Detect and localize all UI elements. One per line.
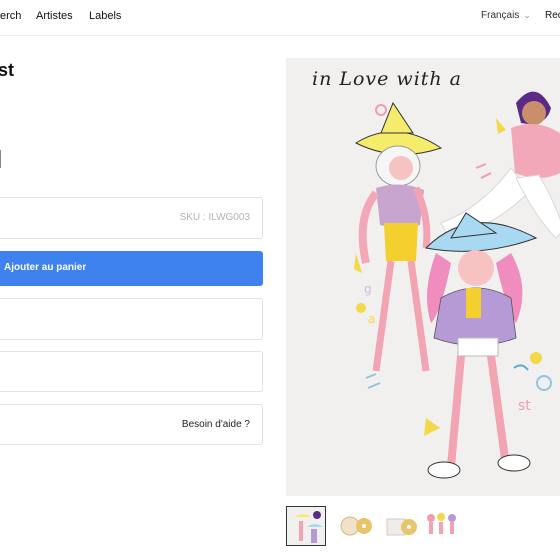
thumbnail-4[interactable]	[421, 506, 461, 546]
thumbnail-3[interactable]	[381, 506, 421, 546]
product-title: st	[0, 60, 15, 80]
option-box-2[interactable]	[0, 351, 263, 392]
nav-labels-link[interactable]: Labels	[89, 10, 121, 22]
nav-right-link[interactable]: Rec	[545, 10, 560, 21]
product-artwork-image: g a y st in Love with a	[286, 58, 560, 496]
artwork-illustration: g a y st	[354, 91, 560, 479]
thumbnail-4-image	[421, 506, 461, 546]
language-label: Français	[481, 10, 520, 21]
nav-merch-link[interactable]: erch	[0, 10, 21, 22]
option-box-1[interactable]	[0, 298, 263, 340]
svg-text:a: a	[368, 312, 375, 326]
nav-artistes-link[interactable]: Artistes	[36, 10, 73, 22]
help-link[interactable]: Besoin d'aide ?	[182, 419, 250, 430]
add-to-cart-button[interactable]: Ajouter au panier	[0, 251, 263, 286]
quantity-control-edge[interactable]	[0, 150, 1, 168]
variant-select-box[interactable]: SKU : ILWG003	[0, 197, 263, 239]
chevron-down-icon: ⌄	[523, 10, 531, 20]
top-navigation: erch Artistes Labels Français⌄ Rec	[0, 0, 560, 36]
sku-label: SKU : ILWG003	[179, 212, 250, 223]
thumbnail-1-image	[287, 507, 325, 545]
artwork-handwritten-title: in Love with a	[312, 68, 463, 90]
thumbnail-1[interactable]	[286, 506, 326, 546]
svg-text:st: st	[518, 398, 531, 414]
help-box[interactable]: Besoin d'aide ?	[0, 404, 263, 445]
thumbnail-2-image	[336, 506, 376, 546]
thumbnail-3-image	[381, 506, 421, 546]
language-selector[interactable]: Français ⌄	[481, 10, 531, 21]
thumbnail-2[interactable]	[336, 506, 376, 546]
svg-text:g: g	[364, 282, 372, 296]
add-to-cart-label: Ajouter au panier	[4, 262, 87, 273]
